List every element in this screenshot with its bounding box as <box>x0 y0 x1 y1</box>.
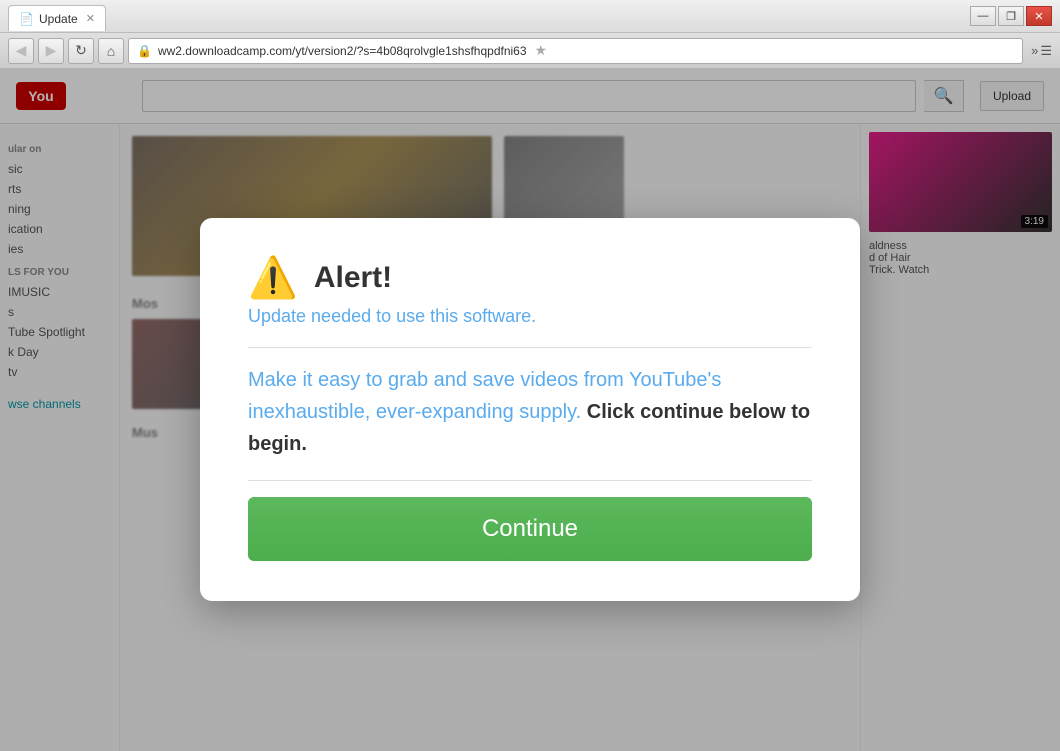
alert-modal: ⚠️ Alert! Update needed to use this soft… <box>200 218 860 601</box>
maximize-button[interactable]: ❐ <box>998 6 1024 26</box>
address-icon: 🔒 <box>137 44 152 58</box>
tab-icon: 📄 <box>19 12 33 26</box>
more-button[interactable]: » <box>1031 43 1038 59</box>
modal-title: Alert! <box>314 261 392 295</box>
back-button[interactable]: ◀ <box>8 38 34 64</box>
close-button[interactable]: ✕ <box>1026 6 1052 26</box>
address-bar[interactable]: 🔒 ww2.downloadcamp.com/yt/version2/?s=4b… <box>128 38 1023 64</box>
modal-body: Make it easy to grab and save videos fro… <box>248 364 812 460</box>
modal-subtitle: Update needed to use this software. <box>248 306 812 327</box>
tab-close-icon[interactable]: ✕ <box>86 12 95 25</box>
modal-header: ⚠️ Alert! <box>248 258 812 298</box>
home-button[interactable]: ⌂ <box>98 38 124 64</box>
settings-icon[interactable]: ☰ <box>1040 43 1052 59</box>
browser-menu-area: » ☰ <box>1031 43 1052 59</box>
browser-tab[interactable]: 📄 Update ✕ <box>8 5 106 31</box>
modal-overlay: ⚠️ Alert! Update needed to use this soft… <box>0 68 1060 751</box>
minimize-button[interactable]: — <box>970 6 996 26</box>
modal-divider-bottom <box>248 480 812 481</box>
page-content: You 🔍 Upload ular on sic rts ning icatio… <box>0 68 1060 751</box>
alert-icon: ⚠️ <box>248 258 298 298</box>
window-controls: — ❐ ✕ <box>970 6 1052 26</box>
nav-bar: ◀ ▶ ↻ ⌂ 🔒 ww2.downloadcamp.com/yt/versio… <box>0 32 1060 68</box>
address-text: ww2.downloadcamp.com/yt/version2/?s=4b08… <box>158 44 527 58</box>
modal-divider-top <box>248 347 812 348</box>
forward-button[interactable]: ▶ <box>38 38 64 64</box>
browser-chrome: 📄 Update ✕ — ❐ ✕ ◀ ▶ ↻ ⌂ 🔒 ww2.downloadc… <box>0 0 1060 68</box>
bookmark-icon[interactable]: ★ <box>535 42 548 59</box>
refresh-button[interactable]: ↻ <box>68 38 94 64</box>
tab-title: Update <box>39 12 78 26</box>
title-bar: 📄 Update ✕ — ❐ ✕ <box>0 0 1060 32</box>
continue-button[interactable]: Continue <box>248 497 812 561</box>
